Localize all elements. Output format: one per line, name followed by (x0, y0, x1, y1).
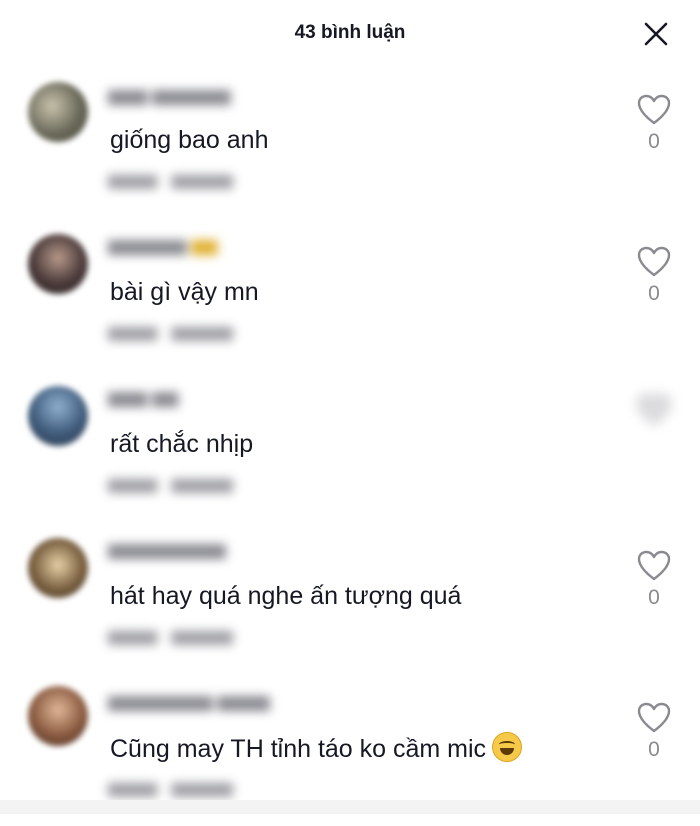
comment-text: rất chắc nhịp (110, 430, 254, 458)
comment-item: ▆▆▆▆▆▆▆▆▆ hát hay quá nghe ấn tượng quá … (0, 524, 700, 674)
heart-icon (637, 550, 671, 581)
username[interactable]: ▆▆▆ ▆▆▆▆▆▆ (108, 86, 230, 108)
comment-item: ▆▆▆ ▆▆▆▆▆▆ giống bao anh ▆▆▆▆ · ▆▆▆▆▆ 0 (0, 68, 700, 218)
like-count: 0 (648, 282, 660, 305)
comment-meta: ▆▆▆▆ · ▆▆▆▆▆ (108, 324, 233, 341)
like-count: 0 (648, 130, 660, 153)
username[interactable]: ▆▆▆▆▆▆ ▆▆ (108, 236, 217, 258)
comment-meta: ▆▆▆▆ · ▆▆▆▆▆ (108, 628, 233, 645)
avatar[interactable] (28, 82, 88, 142)
comment-text: bài gì vậy mn (110, 278, 259, 306)
comment-count-title: 43 bình luận (294, 22, 406, 43)
bottom-divider (0, 800, 700, 814)
laughing-emoji-icon (492, 732, 523, 762)
comment-item: ▆▆▆ ▆▆ rất chắc nhịp ▆▆▆▆ · ▆▆▆▆▆ (0, 372, 700, 522)
avatar[interactable] (28, 686, 88, 746)
like-button[interactable]: 0 (632, 702, 676, 762)
username[interactable]: ▆▆▆▆▆▆▆▆▆ (108, 540, 226, 562)
like-count: 0 (648, 586, 660, 609)
avatar[interactable] (28, 386, 88, 446)
like-button[interactable]: 0 (632, 550, 676, 610)
comments-header: 43 bình luận (0, 0, 700, 68)
comment-item: ▆▆▆▆▆▆ ▆▆ bài gì vậy mn ▆▆▆▆ · ▆▆▆▆▆ 0 (0, 220, 700, 370)
comment-meta: ▆▆▆▆ · ▆▆▆▆▆ (108, 172, 233, 189)
username[interactable]: ▆▆▆▆▆▆▆▆ ▆▆▆▆ (108, 692, 270, 714)
comment-text: Cũng may TH tỉnh táo ko cầm mic (110, 732, 523, 764)
like-count: 0 (648, 738, 660, 761)
comment-text: hát hay quá nghe ấn tượng quá (110, 582, 462, 610)
like-button[interactable]: 0 (632, 94, 676, 154)
comment-text-body: Cũng may TH tỉnh táo ko cầm mic (110, 735, 487, 763)
avatar[interactable] (28, 538, 88, 598)
comment-meta: ▆▆▆▆ · ▆▆▆▆▆ (108, 780, 233, 797)
heart-icon (637, 394, 671, 425)
username[interactable]: ▆▆▆ ▆▆ (108, 388, 178, 410)
comment-text: giống bao anh (110, 126, 269, 154)
like-button[interactable] (632, 394, 676, 430)
heart-icon (637, 94, 671, 125)
comment-meta: ▆▆▆▆ · ▆▆▆▆▆ (108, 476, 233, 493)
heart-icon (637, 702, 671, 733)
heart-icon (637, 246, 671, 277)
like-button[interactable]: 0 (632, 246, 676, 306)
close-icon[interactable] (640, 18, 672, 50)
avatar[interactable] (28, 234, 88, 294)
